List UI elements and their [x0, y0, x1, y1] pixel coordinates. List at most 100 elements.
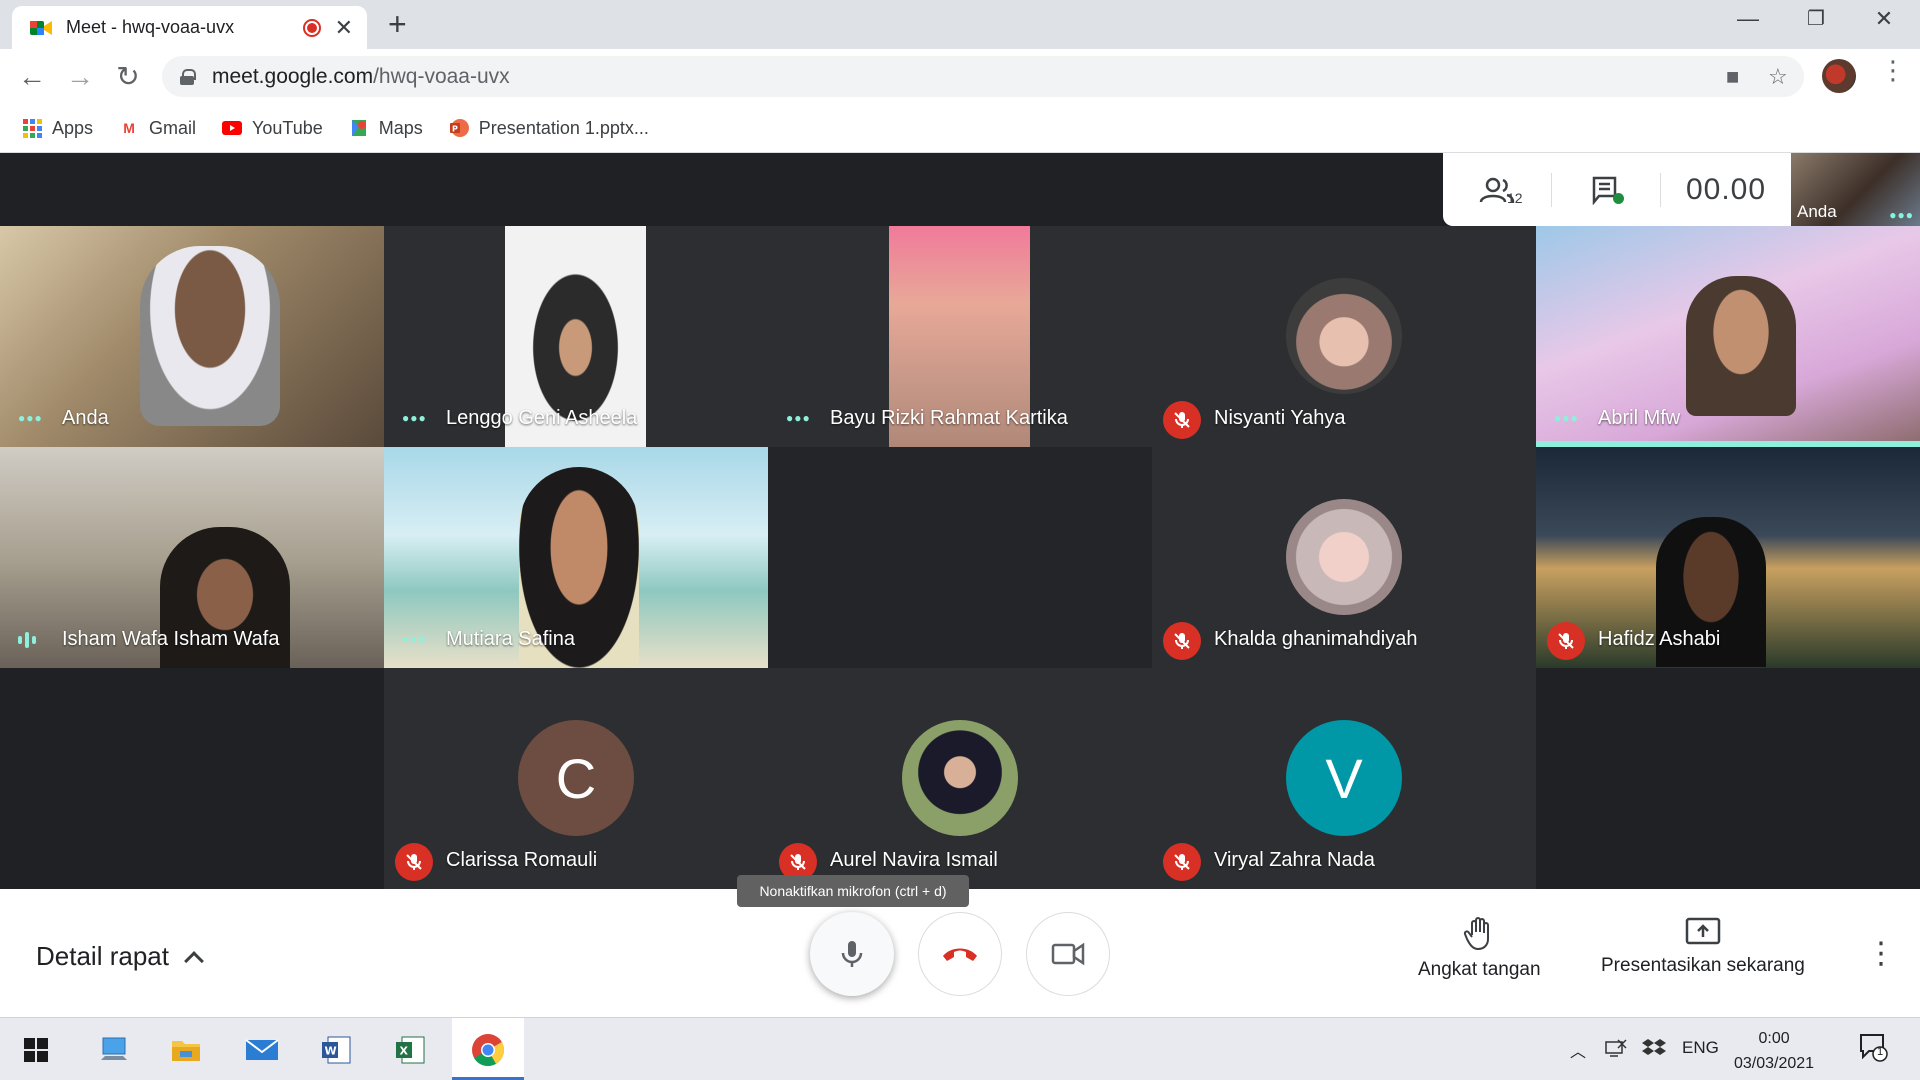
participant-name: Nisyanti Yahya — [1214, 407, 1346, 429]
people-button[interactable]: 12 — [1443, 176, 1551, 206]
participant-tile[interactable]: ●●● Mutiara Safina — [384, 447, 768, 668]
recording-indicator-icon — [302, 18, 321, 37]
forward-button[interactable]: → — [62, 59, 98, 95]
participant-avatar: C — [518, 720, 634, 836]
lock-icon — [180, 68, 196, 85]
participant-tile[interactable]: Nisyanti Yahya — [1152, 226, 1536, 447]
participant-name: Khalda ghanimahdiyah — [1214, 628, 1418, 650]
taskbar-this-pc[interactable] — [94, 1030, 134, 1070]
microphone-button[interactable] — [810, 912, 894, 996]
folder-icon — [172, 1041, 200, 1061]
chat-button[interactable] — [1552, 175, 1660, 205]
present-screen-icon — [1685, 917, 1721, 945]
participant-video — [1686, 276, 1796, 416]
apps-grid-icon — [22, 118, 42, 138]
participant-tile[interactable]: ●●● Abril Mfw — [1536, 226, 1920, 447]
participant-avatar — [1286, 278, 1402, 394]
new-tab-button[interactable]: + — [388, 8, 407, 40]
browser-menu-icon[interactable]: ⋮ — [1880, 57, 1906, 83]
camera-permission-icon[interactable]: ■ — [1726, 64, 1739, 90]
taskbar-mail[interactable] — [242, 1030, 282, 1070]
notification-count: 1 — [1877, 1046, 1884, 1058]
participant-tile[interactable]: Isham Wafa Isham Wafa — [0, 447, 384, 668]
camera-button[interactable] — [1026, 912, 1110, 996]
bookmark-gmail[interactable]: M Gmail — [119, 118, 196, 139]
address-bar[interactable]: meet.google.com/hwq-voaa-uvx ■ ☆ — [162, 56, 1804, 97]
audio-activity-icon: ●●● — [402, 632, 427, 646]
empty-tile — [768, 447, 1152, 668]
tab-close-icon[interactable]: ✕ — [335, 16, 353, 39]
reload-button[interactable]: ↻ — [110, 59, 146, 95]
youtube-icon — [222, 118, 243, 138]
meeting-timer: 00.00 — [1685, 172, 1767, 206]
browser-tab[interactable]: Meet - hwq-voaa-uvx ✕ — [12, 6, 367, 49]
system-clock[interactable]: 0:00 03/03/2021 — [1734, 1026, 1814, 1076]
participant-name: Isham Wafa Isham Wafa — [62, 628, 280, 650]
browser-tab-strip: Meet - hwq-voaa-uvx ✕ + — ❐ ✕ — [0, 0, 1920, 49]
participant-tile[interactable]: ●●● Bayu Rizki Rahmat Kartika — [768, 226, 1152, 447]
bookmark-presentation[interactable]: P Presentation 1.pptx... — [449, 118, 649, 139]
taskbar-word[interactable]: W — [316, 1030, 356, 1070]
minimize-button[interactable]: — — [1728, 6, 1768, 32]
microphone-off-icon — [1163, 401, 1201, 439]
participant-tile[interactable]: ●●● Lenggo Geni Asheela — [384, 226, 768, 447]
notification-icon — [1860, 1034, 1888, 1062]
network-icon[interactable] — [1604, 1038, 1628, 1063]
more-options-icon[interactable]: ⋮ — [1866, 939, 1896, 969]
svg-text:W: W — [325, 1045, 337, 1058]
participant-tile[interactable]: C Clarissa Romauli — [384, 668, 768, 889]
input-language-indicator[interactable]: ENG — [1682, 1038, 1719, 1058]
participant-tile[interactable]: V Viryal Zahra Nada — [1152, 668, 1536, 889]
computer-icon — [101, 1037, 127, 1060]
chrome-icon — [472, 1034, 505, 1067]
bookmark-youtube[interactable]: YouTube — [222, 118, 323, 139]
mic-tooltip: Nonaktifkan mikrofon (ctrl + d) — [737, 875, 969, 907]
svg-text:P: P — [452, 125, 458, 134]
restore-button[interactable]: ❐ — [1796, 6, 1836, 31]
audio-activity-icon: ●●● — [18, 411, 43, 425]
audio-activity-icon: ●●● — [1889, 208, 1914, 222]
video-camera-icon — [1051, 942, 1085, 966]
close-window-button[interactable]: ✕ — [1864, 6, 1904, 32]
bookmark-star-icon[interactable]: ☆ — [1768, 64, 1788, 90]
participant-tile[interactable]: Hafidz Ashabi — [1536, 447, 1920, 668]
meeting-details-button[interactable]: Detail rapat — [36, 941, 204, 972]
chat-notification-dot — [1613, 192, 1624, 204]
participant-name: Bayu Rizki Rahmat Kartika — [830, 407, 1068, 429]
self-view-label: Anda — [1797, 202, 1837, 221]
svg-text:X: X — [400, 1045, 409, 1058]
profile-avatar[interactable] — [1822, 59, 1856, 93]
browser-toolbar: ← → ↻ meet.google.com/hwq-voaa-uvx ■ ☆ ⋮ — [0, 49, 1920, 104]
leave-call-button[interactable] — [918, 912, 1002, 996]
bookmark-maps[interactable]: Maps — [349, 118, 423, 139]
raise-hand-button[interactable]: Angkat tangan — [1418, 917, 1541, 981]
gmail-icon: M — [123, 120, 135, 136]
microphone-icon — [841, 941, 863, 967]
present-now-button[interactable]: Presentasikan sekarang — [1601, 917, 1805, 977]
back-button[interactable]: ← — [14, 59, 50, 95]
participant-avatar — [1286, 499, 1402, 615]
participant-count: 12 — [1507, 189, 1523, 206]
dropbox-icon[interactable] — [1642, 1038, 1666, 1063]
windows-start-button[interactable] — [16, 1030, 56, 1070]
bookmark-apps[interactable]: Apps — [22, 118, 93, 139]
participant-tile[interactable]: Khalda ghanimahdiyah — [1152, 447, 1536, 668]
action-center-button[interactable]: 1 — [1858, 1032, 1888, 1062]
show-hidden-icons-icon[interactable]: ︿ — [1570, 1038, 1586, 1062]
self-view-thumbnail[interactable]: Anda ●●● — [1791, 153, 1920, 226]
participant-avatar: V — [1286, 720, 1402, 836]
participant-tile[interactable]: Aurel Navira Ismail — [768, 668, 1152, 889]
maps-icon — [349, 118, 369, 138]
chevron-up-icon — [184, 950, 204, 971]
empty-tile — [1536, 668, 1920, 889]
microphone-off-icon — [1163, 622, 1201, 660]
participant-name: Hafidz Ashabi — [1598, 628, 1721, 650]
hang-up-icon — [943, 948, 977, 961]
speaking-indicator-icon — [18, 632, 36, 648]
url-text: meet.google.com/hwq-voaa-uvx — [212, 64, 510, 88]
participant-tile[interactable]: ●●● Anda — [0, 226, 384, 447]
taskbar-chrome[interactable] — [468, 1030, 508, 1070]
taskbar-file-explorer[interactable] — [166, 1030, 206, 1070]
taskbar-excel[interactable]: X — [390, 1030, 430, 1070]
participant-avatar — [902, 720, 1018, 836]
